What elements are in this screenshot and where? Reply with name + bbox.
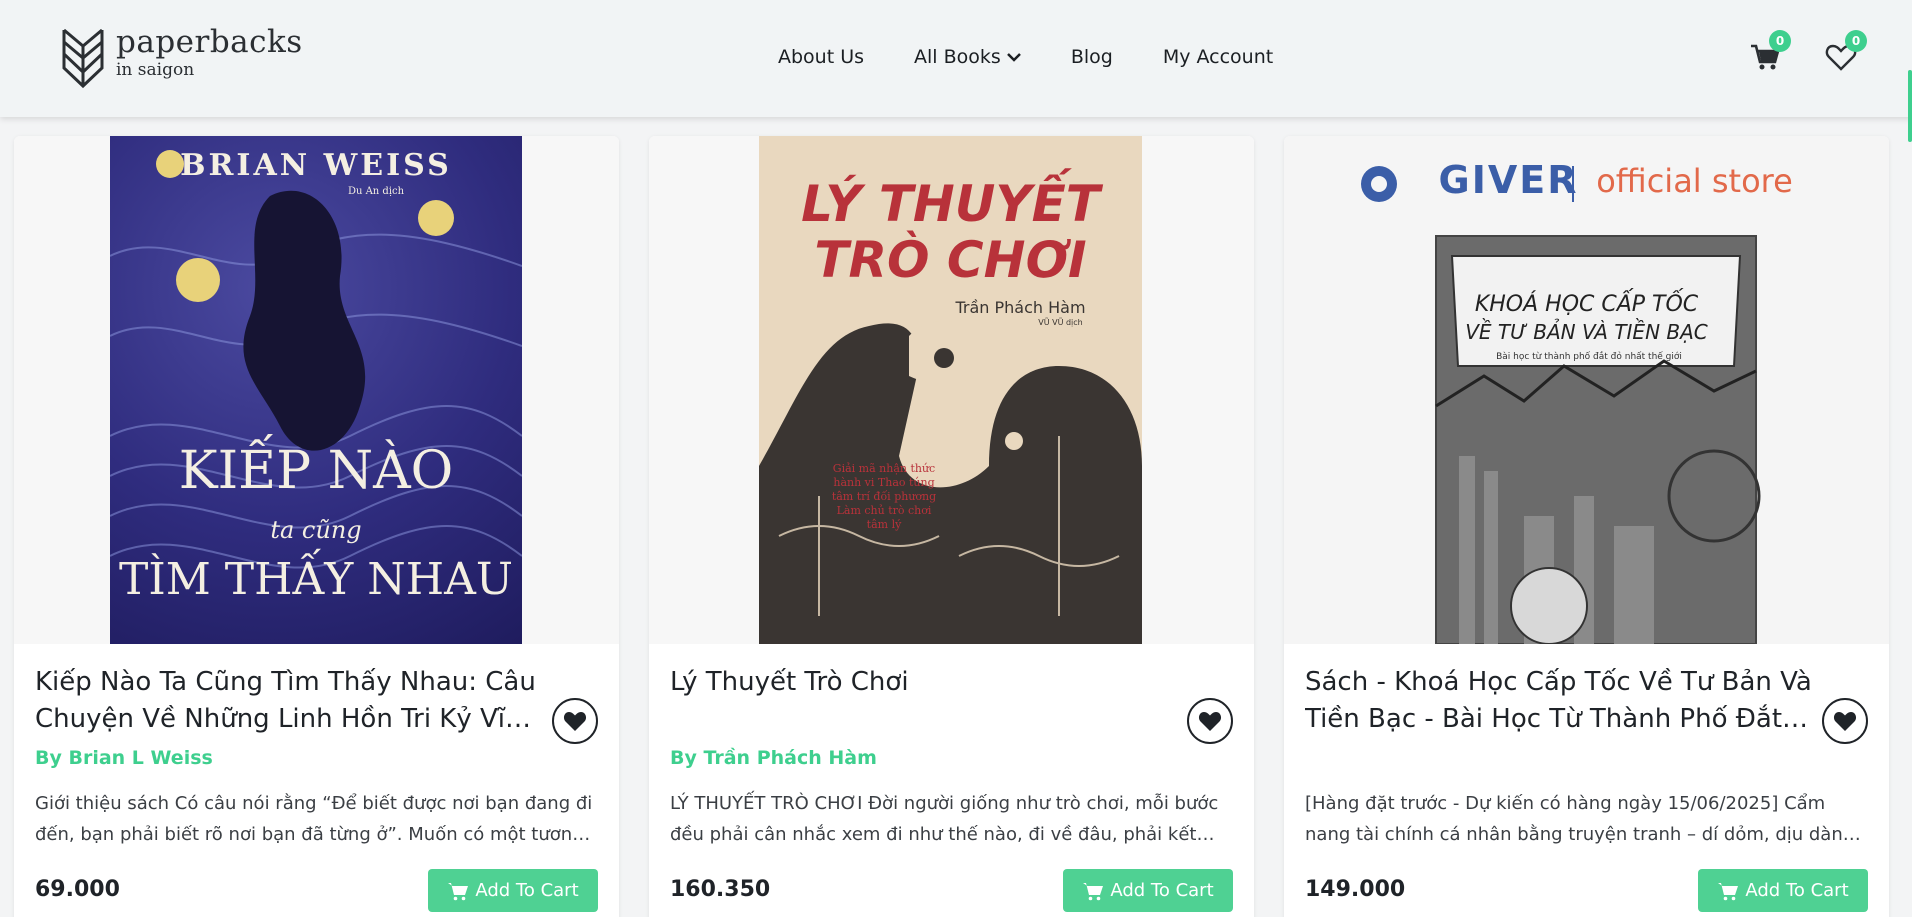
product-price: 69.000: [35, 877, 120, 902]
book-cover: BRIAN WEISS Du An dịch KIẾP NÀO ta cũng …: [110, 136, 522, 644]
book-cover: GIVER official store KHOÁ HỌC CẤP TỐC VỀ…: [1284, 136, 1889, 644]
cover-line1: KHOÁ HỌC CẤP TỐC: [1474, 292, 1699, 317]
cover-line2: TRÒ CHƠI: [814, 231, 1087, 289]
nav-blog[interactable]: Blog: [1071, 46, 1113, 68]
brand-tagline: in saigon: [116, 60, 195, 80]
product-price: 149.000: [1305, 877, 1406, 902]
add-to-wishlist-button[interactable]: [552, 698, 598, 744]
cover-author: Trần Phách Hàm: [955, 298, 1086, 317]
brand-name: paperbacks: [116, 24, 303, 60]
cart-icon: [1083, 882, 1104, 900]
product-card[interactable]: BRIAN WEISS Du An dịch KIẾP NÀO ta cũng …: [14, 136, 619, 917]
product-title[interactable]: Lý Thuyết Trò Chơi: [670, 664, 1180, 701]
product-author[interactable]: By Trần Phách Hàm: [670, 747, 877, 769]
brand-logo[interactable]: paperbacks in saigon: [60, 24, 303, 90]
cover-line1: LÝ THUYẾT: [801, 175, 1100, 233]
cover-blurb: Giải mã nhận thức hành vi Thao túng tâm …: [831, 462, 937, 531]
nav-all-books[interactable]: All Books: [914, 46, 1021, 68]
main-nav: About Us All Books Blog My Account: [778, 46, 1273, 68]
nav-label: All Books: [914, 46, 1001, 68]
add-to-cart-label: Add To Cart: [1745, 880, 1849, 901]
product-price: 160.350: [670, 877, 771, 902]
add-to-cart-label: Add To Cart: [475, 880, 579, 901]
cover-line3: TÌM THẤY NHAU: [118, 554, 514, 605]
book-cover: LÝ THUYẾT TRÒ CHƠI Trần Phách Hàm VŨ VŨ …: [759, 136, 1142, 644]
nav-label: My Account: [1162, 46, 1274, 68]
cover-store: official store: [1596, 162, 1793, 200]
product-description: Giới thiệu sách Có câu nói rằng “Để biết…: [35, 793, 593, 845]
nav-label: About Us: [778, 46, 865, 68]
cover-line2: VỀ TƯ BẢN VÀ TIỀN BẠC: [1465, 320, 1708, 344]
cart-button[interactable]: 0: [1749, 30, 1791, 72]
cover-line1: KIẾP NÀO: [178, 441, 454, 501]
product-description: [Hàng đặt trước - Dự kiến có hàng ngày 1…: [1305, 793, 1860, 845]
heart-icon: [563, 712, 587, 731]
add-to-cart-button[interactable]: Add To Cart: [1698, 869, 1868, 912]
heart-icon: [1833, 712, 1857, 731]
product-card[interactable]: LÝ THUYẾT TRÒ CHƠI Trần Phách Hàm VŨ VŨ …: [649, 136, 1254, 917]
cover-translator: Du An dịch: [347, 186, 405, 197]
cover-author: BRIAN WEISS: [180, 148, 452, 183]
product-card[interactable]: GIVER official store KHOÁ HỌC CẤP TỐC VỀ…: [1284, 136, 1889, 917]
add-to-wishlist-button[interactable]: [1187, 698, 1233, 744]
heart-icon: [1198, 712, 1222, 731]
product-grid: BRIAN WEISS Du An dịch KIẾP NÀO ta cũng …: [14, 136, 1889, 917]
cover-art: [1361, 166, 1761, 644]
cover-translator: VŨ VŨ dịch: [1038, 318, 1083, 327]
book-logo-icon: [62, 28, 104, 89]
product-image[interactable]: LÝ THUYẾT TRÒ CHƠI Trần Phách Hàm VŨ VŨ …: [649, 136, 1254, 644]
wishlist-count-badge: 0: [1845, 30, 1867, 52]
nav-my-account[interactable]: My Account: [1163, 46, 1273, 68]
add-to-cart-button[interactable]: Add To Cart: [428, 869, 598, 912]
chevron-down-icon: [1006, 53, 1021, 62]
add-to-cart-button[interactable]: Add To Cart: [1063, 869, 1233, 912]
nav-label: Blog: [1070, 46, 1113, 68]
nav-about-us[interactable]: About Us: [778, 46, 864, 68]
product-description: LÝ THUYẾT TRÒ CHƠI Đời người giống như t…: [670, 793, 1219, 845]
scrollbar-thumb[interactable]: [1908, 70, 1912, 142]
product-title[interactable]: Kiếp Nào Ta Cũng Tìm Thấy Nhau: Câu Chuy…: [35, 664, 545, 738]
cart-icon: [448, 882, 469, 900]
cover-line2: ta cũng: [270, 516, 362, 544]
product-image[interactable]: GIVER official store KHOÁ HỌC CẤP TỐC VỀ…: [1284, 136, 1889, 644]
add-to-cart-label: Add To Cart: [1110, 880, 1214, 901]
cart-icon: [1718, 882, 1739, 900]
wishlist-button[interactable]: 0: [1825, 30, 1867, 72]
cover-line3: Bài học từ thành phố đắt đỏ nhất thế giớ…: [1496, 352, 1682, 362]
site-header: paperbacks in saigon About Us All Books …: [0, 0, 1912, 117]
product-title[interactable]: Sách - Khoá Học Cấp Tốc Về Tư Bản Và Tiề…: [1305, 664, 1815, 738]
cart-count-badge: 0: [1769, 30, 1791, 52]
product-author[interactable]: By Brian L Weiss: [35, 747, 213, 769]
product-image[interactable]: BRIAN WEISS Du An dịch KIẾP NÀO ta cũng …: [14, 136, 619, 644]
add-to-wishlist-button[interactable]: [1822, 698, 1868, 744]
